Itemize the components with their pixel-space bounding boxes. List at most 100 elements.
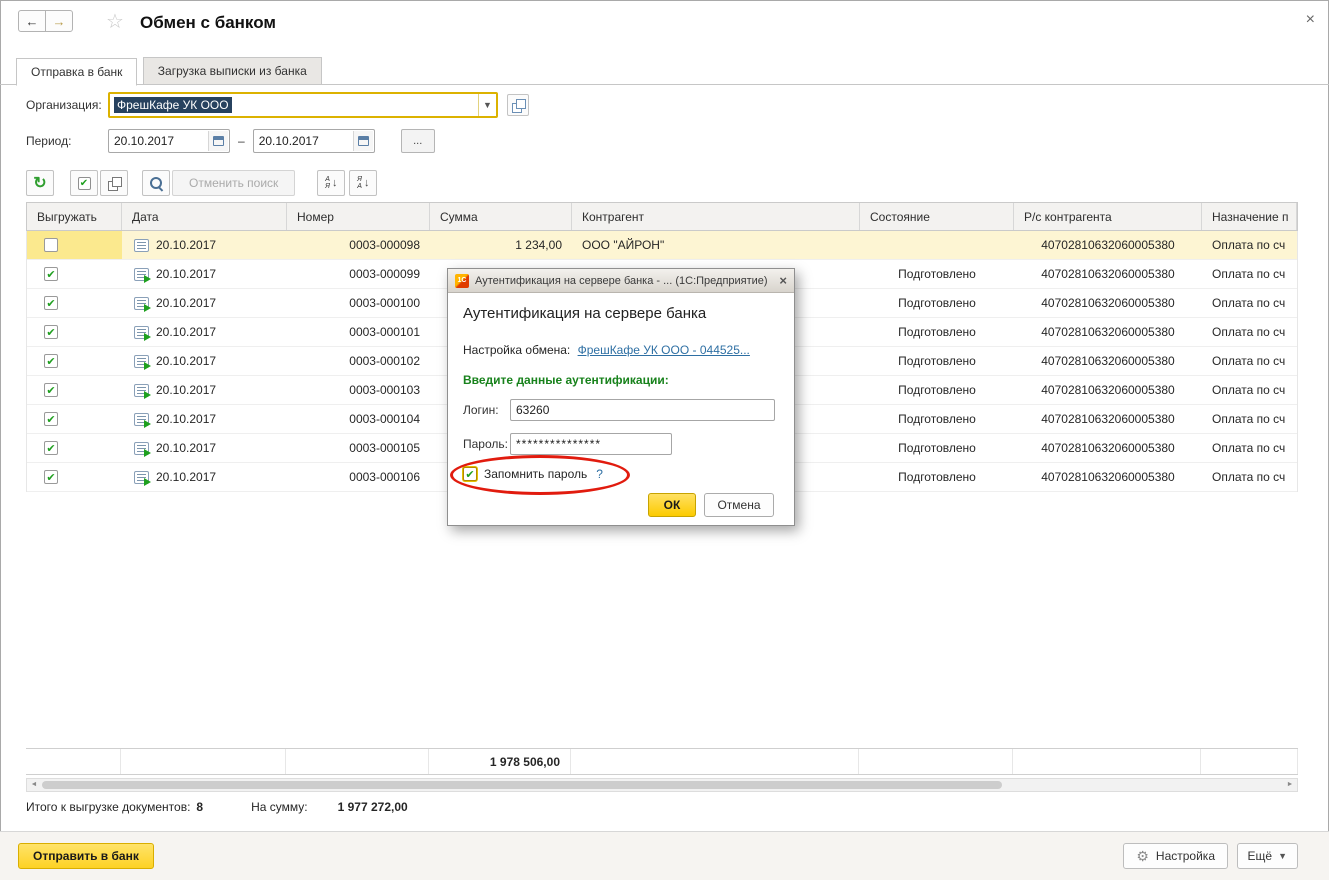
export-cell[interactable]: ✔	[27, 289, 122, 317]
purpose-cell[interactable]: Оплата по сч	[1202, 289, 1297, 317]
purpose-cell[interactable]: Оплата по сч	[1202, 231, 1297, 259]
sort-ascending-button[interactable]: АЯ ↓	[317, 170, 346, 196]
purpose-cell[interactable]: Оплата по сч	[1202, 405, 1297, 433]
dialog-close-icon[interactable]: ×	[779, 273, 787, 288]
status-cell[interactable]: Подготовлено	[860, 260, 1014, 288]
column-header[interactable]: Номер	[287, 203, 430, 230]
export-cell[interactable]: ✔	[27, 405, 122, 433]
account-cell[interactable]: 40702810632060005380	[1014, 318, 1202, 346]
export-cell[interactable]: ✔	[27, 318, 122, 346]
date-cell[interactable]: 20.10.2017	[122, 376, 287, 404]
purpose-cell[interactable]: Оплата по сч	[1202, 434, 1297, 462]
exchange-settings-link[interactable]: ФрешКафе УК ООО - 044525...	[578, 343, 750, 357]
sort-descending-button[interactable]: ЯА ↓	[349, 170, 378, 196]
export-cell[interactable]: ✔	[27, 260, 122, 288]
date-cell[interactable]: 20.10.2017	[122, 231, 287, 259]
column-header[interactable]: Состояние	[860, 203, 1014, 230]
account-cell[interactable]: 40702810632060005380	[1014, 376, 1202, 404]
status-cell[interactable]: Подготовлено	[860, 463, 1014, 491]
send-to-bank-button[interactable]: Отправить в банк	[18, 843, 154, 869]
number-cell[interactable]: 0003-000101	[287, 318, 430, 346]
column-header[interactable]: Р/с контрагента	[1014, 203, 1202, 230]
column-header[interactable]: Назначение п	[1202, 203, 1297, 230]
date-cell[interactable]: 20.10.2017	[122, 318, 287, 346]
number-cell[interactable]: 0003-000105	[287, 434, 430, 462]
purpose-cell[interactable]: Оплата по сч	[1202, 260, 1297, 288]
date-cell[interactable]: 20.10.2017	[122, 405, 287, 433]
account-cell[interactable]: 40702810632060005380	[1014, 405, 1202, 433]
export-checkbox[interactable]: ✔	[44, 412, 58, 426]
status-cell[interactable]: Подготовлено	[860, 318, 1014, 346]
status-cell[interactable]: Подготовлено	[860, 405, 1014, 433]
account-cell[interactable]: 40702810632060005380	[1014, 231, 1202, 259]
export-cell[interactable]	[27, 231, 122, 259]
export-cell[interactable]: ✔	[27, 347, 122, 375]
number-cell[interactable]: 0003-000106	[287, 463, 430, 491]
export-checkbox[interactable]: ✔	[44, 383, 58, 397]
period-to-input[interactable]	[253, 134, 346, 148]
status-cell[interactable]: Подготовлено	[860, 434, 1014, 462]
column-header[interactable]: Контрагент	[572, 203, 860, 230]
column-header[interactable]: Выгружать	[27, 203, 122, 230]
period-options-button[interactable]: ...	[400, 129, 435, 153]
number-cell[interactable]: 0003-000104	[287, 405, 430, 433]
tab-load-statement[interactable]: Загрузка выписки из банка	[142, 57, 322, 85]
account-cell[interactable]: 40702810632060005380	[1014, 434, 1202, 462]
date-cell[interactable]: 20.10.2017	[122, 289, 287, 317]
cancel-search-button[interactable]: Отменить поиск	[172, 170, 296, 196]
purpose-cell[interactable]: Оплата по сч	[1202, 347, 1297, 375]
status-cell[interactable]: Подготовлено	[860, 347, 1014, 375]
calendar-button-from[interactable]	[208, 131, 228, 151]
more-button[interactable]: Ещё ▼	[1236, 843, 1298, 869]
export-checkbox[interactable]: ✔	[44, 354, 58, 368]
scroll-right-icon[interactable]: ►	[1283, 779, 1297, 791]
purpose-cell[interactable]: Оплата по сч	[1202, 318, 1297, 346]
date-cell[interactable]: 20.10.2017	[122, 463, 287, 491]
date-cell[interactable]: 20.10.2017	[122, 347, 287, 375]
uncheck-all-button[interactable]	[100, 170, 128, 196]
table-row[interactable]: 20.10.2017 0003-000098 1 234,00 ООО "АЙРОН"…	[27, 231, 1297, 260]
number-cell[interactable]: 0003-000103	[287, 376, 430, 404]
cancel-button[interactable]: Отмена	[704, 493, 774, 517]
help-link[interactable]: ?	[596, 467, 603, 481]
export-checkbox[interactable]: ✔	[44, 325, 58, 339]
account-cell[interactable]: 40702810632060005380	[1014, 260, 1202, 288]
status-cell[interactable]	[860, 231, 1014, 259]
export-checkbox[interactable]	[44, 238, 58, 252]
date-cell[interactable]: 20.10.2017	[122, 260, 287, 288]
favorite-star-icon[interactable]: ☆	[106, 9, 124, 34]
export-cell[interactable]: ✔	[27, 463, 122, 491]
column-header[interactable]: Дата	[122, 203, 287, 230]
period-from-input[interactable]	[109, 134, 201, 148]
open-organization-button[interactable]	[507, 94, 529, 116]
close-icon[interactable]: ×	[1306, 11, 1315, 29]
status-cell[interactable]: Подготовлено	[860, 376, 1014, 404]
account-cell[interactable]: 40702810632060005380	[1014, 347, 1202, 375]
account-cell[interactable]: 40702810632060005380	[1014, 289, 1202, 317]
back-button[interactable]: ←	[18, 10, 46, 32]
export-cell[interactable]: ✔	[27, 376, 122, 404]
tab-send-to-bank[interactable]: Отправка в банк	[16, 58, 138, 86]
status-cell[interactable]: Подготовлено	[860, 289, 1014, 317]
organization-input[interactable]: ФрешКафе УК ООО ▼	[108, 92, 498, 118]
scroll-left-icon[interactable]: ◄	[27, 779, 41, 791]
number-cell[interactable]: 0003-000098	[287, 231, 430, 259]
calendar-button-to[interactable]	[352, 131, 373, 151]
export-checkbox[interactable]: ✔	[44, 470, 58, 484]
account-cell[interactable]: 40702810632060005380	[1014, 463, 1202, 491]
scrollbar-thumb[interactable]	[42, 781, 1002, 789]
refresh-button[interactable]: ↻	[26, 170, 54, 196]
column-header[interactable]: Сумма	[430, 203, 572, 230]
ok-button[interactable]: ОК	[648, 493, 696, 517]
purpose-cell[interactable]: Оплата по сч	[1202, 376, 1297, 404]
date-cell[interactable]: 20.10.2017	[122, 434, 287, 462]
export-checkbox[interactable]: ✔	[44, 267, 58, 281]
number-cell[interactable]: 0003-000099	[287, 260, 430, 288]
contractor-cell[interactable]: ООО "АЙРОН"	[572, 231, 860, 259]
export-cell[interactable]: ✔	[27, 434, 122, 462]
dialog-title-bar[interactable]: 1С Аутентификация на сервере банка - ...…	[448, 269, 794, 293]
chevron-down-icon[interactable]: ▼	[478, 94, 496, 116]
check-all-button[interactable]: ✔	[70, 170, 98, 196]
sum-cell[interactable]: 1 234,00	[430, 231, 572, 259]
export-checkbox[interactable]: ✔	[44, 441, 58, 455]
